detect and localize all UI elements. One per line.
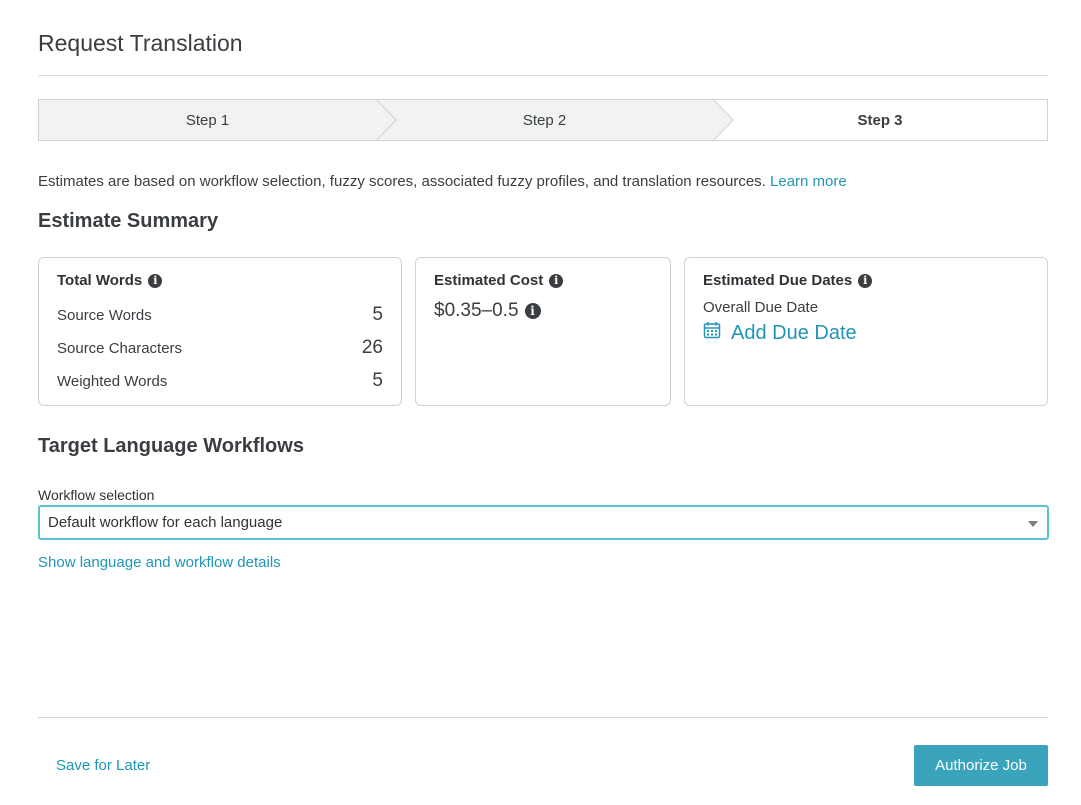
page-title: Request Translation: [38, 30, 243, 56]
chevron-down-icon: [1028, 521, 1038, 527]
stat-value: 5: [372, 370, 383, 391]
workflow-select-value: Default workflow for each language: [48, 514, 283, 531]
workflow-select[interactable]: Default workflow for each language: [38, 505, 1049, 540]
estimated-cost-card: Estimated Cost i $0.35–0.5 i: [415, 257, 671, 406]
estimated-cost-label: Estimated Cost: [434, 272, 544, 289]
info-icon[interactable]: i: [549, 273, 564, 288]
due-dates-label: Estimated Due Dates: [703, 272, 853, 289]
step-3[interactable]: Step 3: [713, 100, 1047, 140]
footer-divider: [38, 717, 1048, 718]
estimated-cost-title: Estimated Cost i: [434, 272, 564, 289]
stat-row-source-words: Source Words 5: [57, 304, 383, 326]
stat-label: Source Characters: [57, 340, 183, 357]
request-translation-page: Request Translation Step 1 Step 2 Step 3…: [0, 0, 1081, 805]
stat-value: 5: [372, 304, 383, 325]
estimated-cost-value: $0.35–0.5 i: [434, 300, 541, 322]
title-divider: [38, 75, 1048, 76]
info-icon[interactable]: i: [858, 273, 873, 288]
total-words-title: Total Words i: [57, 272, 163, 289]
calendar-icon: [703, 321, 721, 345]
stat-value: 26: [361, 337, 383, 358]
total-words-card: Total Words i Source Words 5 Source Char…: [38, 257, 402, 406]
step-2[interactable]: Step 2: [376, 100, 713, 140]
overall-due-date-label: Overall Due Date: [703, 299, 819, 316]
total-words-label: Total Words: [57, 272, 143, 289]
step-1[interactable]: Step 1: [39, 100, 376, 140]
step-separator-icon: [713, 100, 745, 140]
workflow-selection-label: Workflow selection: [38, 487, 155, 503]
stat-label: Source Words: [57, 307, 152, 324]
due-dates-title: Estimated Due Dates i: [703, 272, 873, 289]
target-language-workflows-title: Target Language Workflows: [38, 435, 304, 457]
save-for-later-button[interactable]: Save for Later: [56, 757, 150, 774]
add-due-date-button[interactable]: Add Due Date: [703, 321, 857, 345]
learn-more-link[interactable]: Learn more: [770, 173, 847, 190]
step-separator-icon: [376, 100, 408, 140]
cost-amount: $0.35–0.5: [434, 300, 519, 321]
estimate-info-text: Estimates are based on workflow selectio…: [38, 173, 847, 190]
stepper: Step 1 Step 2 Step 3: [38, 99, 1048, 141]
stat-row-source-characters: Source Characters 26: [57, 337, 383, 359]
estimate-info-copy: Estimates are based on workflow selectio…: [38, 173, 766, 190]
add-due-date-label: Add Due Date: [731, 321, 857, 344]
info-icon[interactable]: i: [524, 303, 541, 319]
authorize-job-button[interactable]: Authorize Job: [914, 745, 1048, 786]
estimate-summary-title: Estimate Summary: [38, 210, 219, 232]
info-icon[interactable]: i: [148, 273, 163, 288]
show-workflow-details-link[interactable]: Show language and workflow details: [38, 554, 281, 571]
stat-label: Weighted Words: [57, 373, 168, 390]
stat-row-weighted-words: Weighted Words 5: [57, 370, 383, 392]
due-dates-card: Estimated Due Dates i Overall Due Date A…: [684, 257, 1048, 406]
